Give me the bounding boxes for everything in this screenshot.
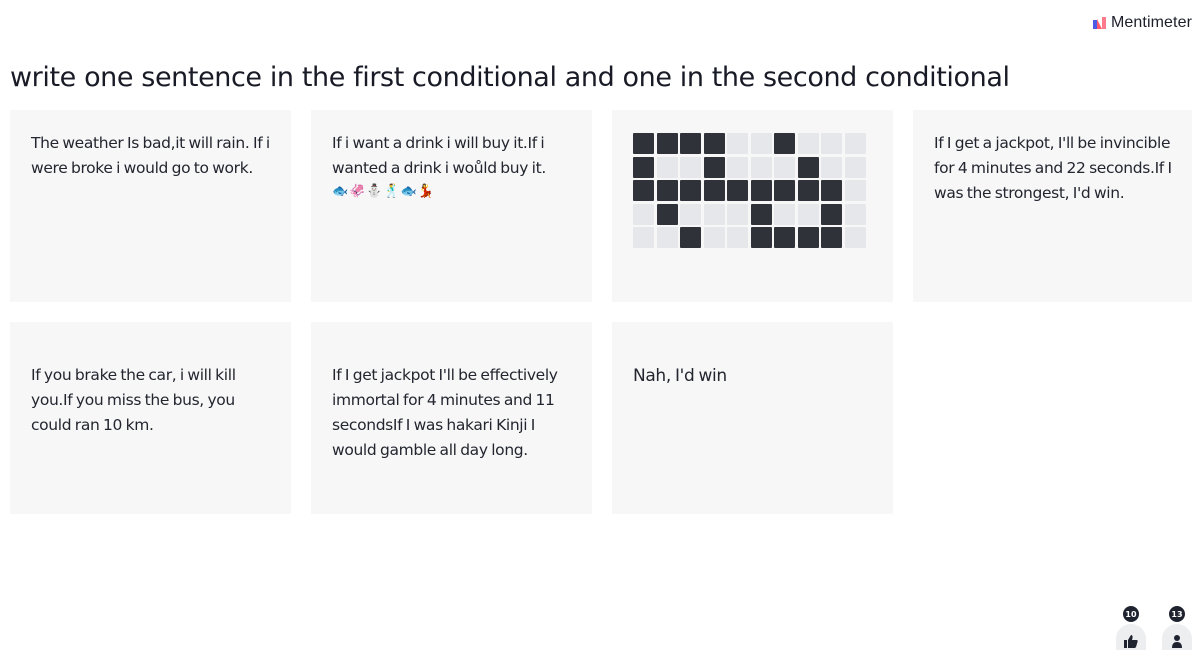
pixel-off	[821, 133, 842, 154]
pixel-off	[821, 156, 842, 178]
likes-reaction[interactable]: 10	[1116, 606, 1146, 650]
pixel-off	[727, 203, 748, 225]
pixel-off	[680, 156, 701, 178]
brand-name: Mentimeter	[1110, 14, 1192, 31]
pixel-off	[680, 203, 701, 225]
pixel-off	[703, 227, 725, 248]
pixel-off	[727, 133, 748, 154]
pixel-on	[750, 203, 772, 225]
pixel-on	[680, 227, 701, 248]
pixel-off	[633, 203, 654, 225]
pixel-off	[844, 180, 866, 201]
pixel-on	[633, 133, 654, 154]
pixel-off	[656, 227, 678, 248]
pixel-off	[797, 133, 819, 154]
pixel-on	[821, 227, 842, 248]
pixel-off	[656, 156, 678, 178]
response-card: The weather Is bad,it will rain. If i we…	[10, 110, 291, 302]
pixel-off	[727, 156, 748, 178]
pixel-off	[844, 133, 866, 154]
pixel-off	[844, 156, 866, 178]
likes-count: 10	[1123, 606, 1139, 622]
pixel-on	[774, 227, 795, 248]
pixel-off	[750, 133, 772, 154]
participants-reaction[interactable]: 13	[1162, 606, 1192, 650]
response-text: If you brake the car, i will kill you.If…	[31, 366, 236, 434]
response-emoji: 🐟🦑⛄🕺🐟💃	[332, 184, 436, 199]
response-text: If I get jackpot I'll be effectively imm…	[332, 366, 558, 459]
pixel-on	[797, 227, 819, 248]
pixel-on	[774, 180, 795, 201]
reactions-bar: 10 13	[1116, 606, 1192, 650]
pixel-off	[727, 227, 748, 248]
response-text: If I get a jackpot, I'll be invincible f…	[934, 134, 1172, 202]
pixel-on	[680, 180, 701, 201]
pixel-off	[797, 203, 819, 225]
response-card: If I get jackpot I'll be effectively imm…	[311, 322, 592, 514]
pixel-off	[750, 156, 772, 178]
pixel-off	[633, 227, 654, 248]
thumbs-up-icon	[1124, 635, 1138, 648]
pixel-on	[821, 180, 842, 201]
pixel-on	[797, 180, 819, 201]
person-icon	[1172, 635, 1182, 648]
response-card-pixel-art	[612, 110, 893, 302]
mentimeter-logo-icon	[1092, 17, 1106, 29]
question-title: write one sentence in the first conditio…	[10, 62, 1010, 93]
pixel-art-grid	[633, 133, 866, 248]
response-card: If you brake the car, i will kill you.If…	[10, 322, 291, 514]
pixel-on	[750, 180, 772, 201]
pixel-off	[703, 203, 725, 225]
response-card: Nah, I'd win	[612, 322, 893, 514]
pixel-on	[774, 133, 795, 154]
pixel-on	[656, 203, 678, 225]
pixel-off	[774, 203, 795, 225]
brand: Mentimeter	[1092, 14, 1192, 32]
pixel-on	[703, 156, 725, 178]
pixel-on	[797, 156, 819, 178]
pixel-off	[844, 203, 866, 225]
response-card: If i want a drink i will buy it.If i wan…	[311, 110, 592, 302]
pixel-on	[680, 133, 701, 154]
pixel-on	[656, 133, 678, 154]
response-text: If i want a drink i will buy it.If i wan…	[332, 134, 546, 177]
pixel-on	[633, 180, 654, 201]
pixel-off	[844, 227, 866, 248]
pixel-on	[703, 133, 725, 154]
pixel-on	[633, 156, 654, 178]
pixel-on	[750, 227, 772, 248]
pixel-on	[703, 180, 725, 201]
pixel-off	[774, 156, 795, 178]
response-card: If I get a jackpot, I'll be invincible f…	[913, 110, 1192, 302]
response-text: Nah, I'd win	[633, 366, 727, 386]
response-text: The weather Is bad,it will rain. If i we…	[31, 134, 270, 177]
pixel-on	[727, 180, 748, 201]
participants-count: 13	[1169, 606, 1185, 622]
pixel-on	[656, 180, 678, 201]
pixel-on	[821, 203, 842, 225]
